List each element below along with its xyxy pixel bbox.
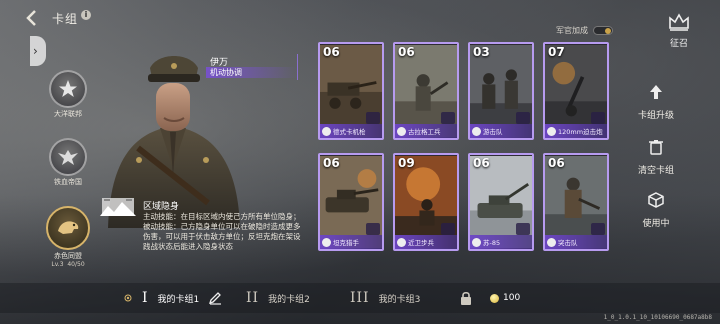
unit-class-icon [472, 238, 481, 247]
card-name: 古拉格工兵 [408, 128, 441, 136]
eagle-emblem-icon [49, 138, 87, 176]
card-cost: 09 [398, 156, 415, 170]
unit-class-icon [547, 127, 556, 136]
recruit-label: 征召 [669, 39, 688, 49]
rail-collapse-tab[interactable]: › [30, 36, 46, 66]
info-icon[interactable]: i [81, 10, 91, 20]
unit-card[interactable]: 06 突击队 [543, 153, 609, 251]
unit-class-icon [397, 238, 406, 247]
officer-bonus-toggle[interactable] [593, 26, 613, 35]
in-use-button[interactable]: 使用中 [626, 192, 686, 229]
deck-upgrade-button[interactable]: 卡组升级 [626, 84, 686, 121]
deck-tab-1[interactable]: I 我的卡组1 [142, 290, 222, 306]
faction-ocean-federation[interactable]: 大洋联邦 [45, 70, 91, 119]
in-use-label: 使用中 [642, 219, 670, 229]
edit-pen-icon[interactable] [208, 291, 222, 305]
card-cost: 06 [398, 45, 415, 59]
unit-class-icon [472, 127, 481, 136]
unit-class-icon [397, 127, 406, 136]
card-type-icon [591, 112, 605, 124]
version-string: 1_0_1.0.1_10_10106690_0687a8b8 [603, 314, 712, 321]
card-name: 坦克猎手 [333, 239, 359, 247]
deck-label: 我的卡组3 [378, 294, 421, 305]
faction-name: 铁血帝国 [54, 178, 82, 186]
card-type-icon [441, 112, 455, 124]
recruit-button[interactable]: 征召 [664, 13, 694, 49]
unit-card[interactable]: 03 游击队 [468, 42, 534, 140]
card-type-icon [516, 223, 530, 235]
deck-label: 我的卡组1 [157, 294, 200, 305]
deck-tab-2[interactable]: II 我的卡组2 [246, 290, 310, 306]
unit-class-icon [547, 238, 556, 247]
unit-card[interactable]: 06 德式卡机枪 [318, 42, 384, 140]
skill-badge-icon [100, 198, 136, 216]
skill-passive-text: 被动技能：己方隐身单位可以在破隐时造成更多伤害，可以用于伏击敌方单位；反坦克炮在… [143, 222, 301, 251]
unit-card[interactable]: 06 古拉格工兵 [393, 42, 459, 140]
card-cost: 03 [473, 45, 490, 59]
deck-upgrade-label: 卡组升级 [637, 111, 674, 121]
faction-name: 赤色同盟 [54, 252, 82, 260]
unit-card[interactable]: 07 120mm迫击炮 [543, 42, 609, 140]
clear-deck-button[interactable]: 清空卡组 [626, 139, 686, 176]
card-cost: 06 [548, 156, 565, 170]
skill-title: 区域隐身 [143, 202, 180, 212]
faction-iron-empire[interactable]: 铁血帝国 [45, 138, 91, 187]
card-name: 德式卡机枪 [333, 128, 366, 136]
card-type-icon [441, 223, 455, 235]
selected-indicator-icon [124, 294, 132, 302]
card-cost: 06 [323, 156, 340, 170]
skill-active-text: 主动技能：在目标区域内使己方所有单位隐身； [143, 212, 301, 221]
back-chevron-icon[interactable] [22, 8, 42, 28]
deck-numeral: I [142, 290, 149, 306]
clear-deck-label: 清空卡组 [637, 166, 674, 176]
trash-icon [649, 140, 663, 155]
deck-numeral: II [246, 290, 260, 306]
unit-class-icon [322, 127, 331, 136]
upgrade-arrow-icon [650, 85, 662, 99]
general-role: 机动协调 [206, 67, 298, 78]
crown-card-icon [669, 13, 689, 31]
coin-icon [490, 294, 499, 303]
card-type-icon [516, 112, 530, 124]
officer-bonus: 军官加成 [556, 25, 613, 36]
officer-bonus-label: 军官加成 [556, 26, 588, 35]
unit-card[interactable]: 06 苏-85 [468, 153, 534, 251]
card-type-icon [591, 223, 605, 235]
card-name: 苏-85 [483, 239, 501, 247]
card-cost: 07 [548, 45, 565, 59]
lock-icon[interactable] [459, 291, 473, 305]
deck-tab-3[interactable]: III 我的卡组3 [350, 290, 420, 306]
card-cost: 06 [323, 45, 340, 59]
faction-red-alliance[interactable]: 赤色同盟 Lv.3 40/50 [43, 206, 93, 268]
card-name: 近卫步兵 [408, 239, 434, 247]
deck-numeral: III [350, 290, 370, 306]
unit-card[interactable]: 09 近卫步兵 [393, 153, 459, 251]
card-cost: 06 [473, 156, 490, 170]
bear-emblem-icon [46, 206, 90, 250]
deck-label: 我的卡组2 [268, 294, 310, 305]
faction-name: 大洋联邦 [54, 110, 82, 118]
card-type-icon [366, 223, 380, 235]
card-name: 突击队 [558, 239, 578, 247]
star-emblem-icon [49, 70, 87, 108]
unit-class-icon [322, 238, 331, 247]
faction-level: Lv.3 40/50 [51, 261, 85, 268]
page-title: 卡组 [52, 12, 79, 26]
skill-description: 主动技能：在目标区域内使己方所有单位隐身； 被动技能：己方隐身单位可以在破隐时造… [143, 212, 303, 252]
card-name: 120mm迫击炮 [558, 128, 603, 136]
unit-card[interactable]: 06 坦克猎手 [318, 153, 384, 251]
chevron-right-icon: › [33, 44, 38, 58]
card-name: 游击队 [483, 128, 503, 136]
cube-icon [648, 192, 664, 208]
card-type-icon [366, 112, 380, 124]
coin-amount: 100 [503, 293, 521, 303]
